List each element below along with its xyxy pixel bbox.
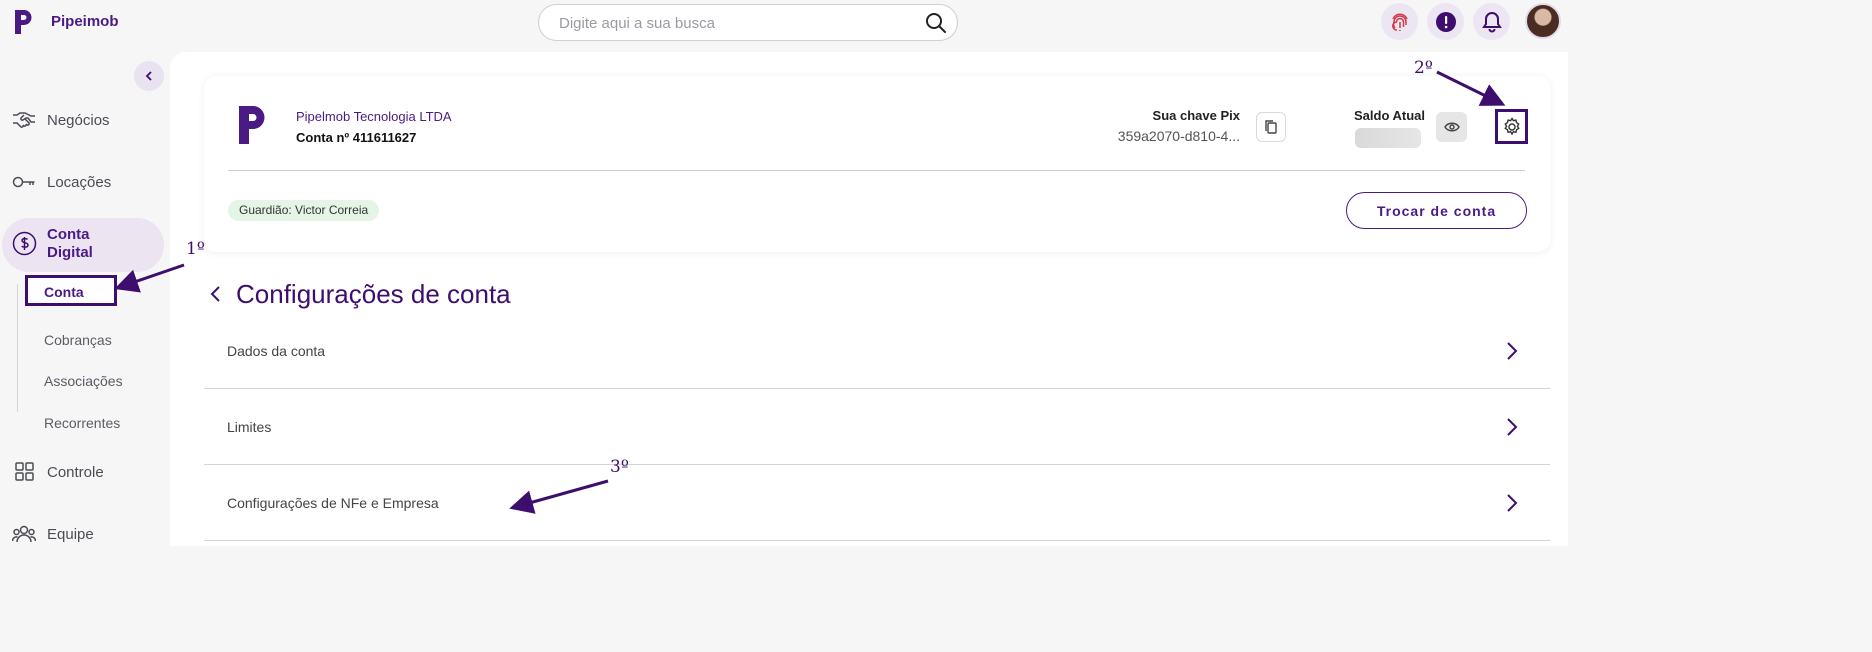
guardian-badge: Guardião: Victor Correia [228, 200, 380, 221]
account-card: Pipelmob Tecnologia LTDA Conta nº 411611… [204, 76, 1550, 252]
settings-row-label: Limites [227, 419, 272, 435]
settings-row-label: Configurações de NFe e Empresa [227, 495, 439, 511]
copy-icon [1265, 120, 1277, 134]
user-avatar[interactable] [1525, 3, 1561, 39]
submenu-item-associacoes[interactable]: Associações [44, 373, 123, 389]
fingerprint-button[interactable] [1381, 3, 1418, 40]
annotation-step-1: 1º [186, 239, 205, 259]
pix-key-title: Sua chave Pix [1152, 108, 1240, 123]
brand-name: Pipeimob [51, 13, 119, 30]
back-chevron-icon[interactable] [206, 284, 226, 304]
copy-pix-key-button[interactable] [1256, 112, 1286, 142]
sidebar-item-equipe[interactable]: Equipe [0, 514, 170, 554]
pix-key-value: 359a2070-d810-4... [1117, 128, 1240, 144]
submenu-item-cobrancas[interactable]: Cobranças [44, 332, 112, 348]
sidebar-item-label: Equipe [47, 525, 94, 543]
annotation-step-2: 2º [1414, 58, 1433, 78]
dollar-circle-icon [12, 231, 37, 256]
key-icon [12, 176, 35, 188]
sidebar-item-label: Locações [47, 173, 112, 191]
exclamation-icon [1435, 11, 1456, 32]
alert-button[interactable] [1427, 3, 1464, 40]
handshake-icon [13, 112, 35, 128]
submenu-line [17, 284, 18, 412]
fingerprint-icon [1391, 12, 1408, 31]
company-name: Pipelmob Tecnologia LTDA [296, 109, 452, 124]
settings-row-nfe-empresa[interactable]: Configurações de NFe e Empresa [204, 465, 1550, 541]
annotation-step-3: 3º [610, 457, 629, 477]
sidebar-item-locacoes[interactable]: Locações [0, 162, 170, 202]
company-logo-icon [239, 106, 265, 144]
search-input[interactable] [559, 13, 919, 33]
collapse-sidebar-button[interactable] [134, 61, 164, 91]
sidebar-item-conta-digital[interactable]: Conta Digital [2, 218, 164, 272]
team-icon [12, 525, 36, 543]
top-bar: Pipeimob [0, 0, 1568, 52]
gear-icon [1503, 116, 1520, 135]
chevron-right-icon [1507, 494, 1518, 512]
switch-account-button[interactable]: Trocar de conta [1346, 192, 1527, 229]
toggle-balance-button[interactable] [1436, 112, 1467, 142]
eye-icon [1443, 122, 1460, 132]
chevron-left-icon [145, 71, 152, 81]
account-number: Conta nº 411611627 [296, 130, 417, 145]
settings-row-limites[interactable]: Limites [204, 389, 1550, 465]
sidebar-item-controle[interactable]: Controle [0, 452, 170, 492]
card-divider [228, 170, 1525, 171]
page-title: Configurações de conta [236, 278, 511, 309]
sidebar-item-negocios[interactable]: Negócios [0, 100, 170, 140]
page-header: Configurações de conta [206, 278, 511, 310]
account-settings-button[interactable] [1495, 109, 1528, 144]
submenu-item-conta-highlight[interactable]: Conta [25, 275, 117, 306]
sidebar-item-label: Conta Digital [47, 226, 93, 261]
main-content: Pipelmob Tecnologia LTDA Conta nº 411611… [170, 52, 1568, 546]
notifications-button[interactable] [1473, 3, 1510, 40]
sidebar-item-label: Controle [47, 463, 104, 481]
search-bar[interactable] [538, 4, 958, 41]
balance-title: Saldo Atual [1354, 108, 1426, 123]
chevron-right-icon [1507, 342, 1518, 360]
submenu-item-conta: Conta [44, 284, 84, 300]
submenu-item-recorrentes[interactable]: Recorrentes [44, 415, 120, 431]
settings-row-dados-da-conta[interactable]: Dados da conta [204, 313, 1550, 389]
search-icon[interactable] [925, 12, 947, 34]
hidden-balance [1355, 128, 1421, 148]
settings-row-label: Dados da conta [227, 343, 326, 359]
bell-icon [1481, 11, 1502, 32]
grid-icon [15, 462, 34, 481]
chevron-right-icon [1507, 418, 1518, 436]
pipeimob-logo-icon[interactable] [12, 8, 36, 36]
sidebar-item-label: Negócios [47, 111, 110, 129]
